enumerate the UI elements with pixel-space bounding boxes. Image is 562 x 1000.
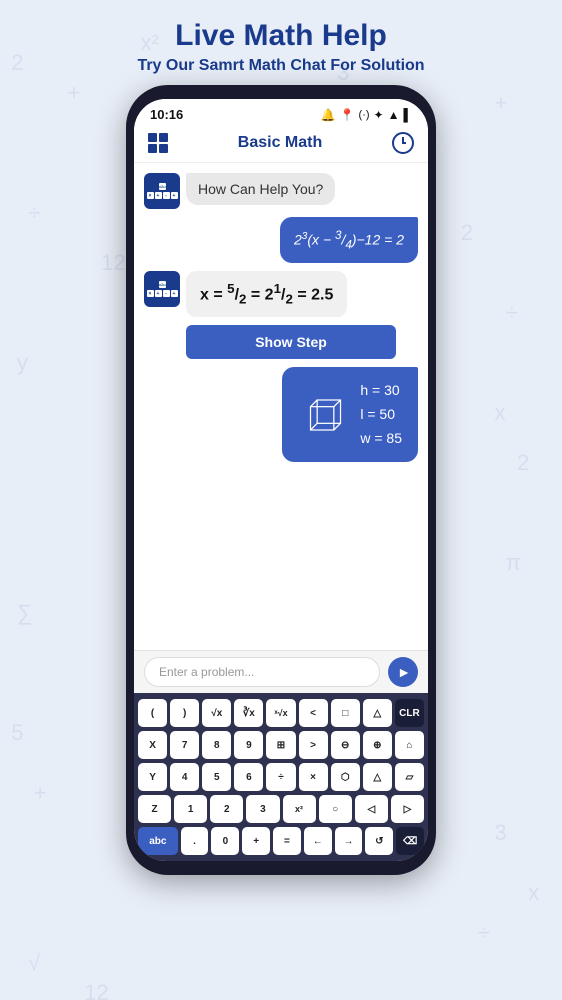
key-6[interactable]: 6 xyxy=(234,763,263,791)
history-icon[interactable] xyxy=(392,132,414,154)
bot-avatar-2: 2x2=4 × + - + xyxy=(144,271,180,307)
bot-answer-message: 2x2=4 × + - + x = 5/2 = 21/2 = 2.5 xyxy=(144,271,418,317)
key-4[interactable]: 4 xyxy=(170,763,199,791)
show-step-button[interactable]: Show Step xyxy=(186,325,396,359)
signal-icon: ▲ xyxy=(388,108,400,122)
key-dot[interactable]: . xyxy=(181,827,209,855)
key-abc[interactable]: abc xyxy=(138,827,178,855)
key-xsq[interactable]: x² xyxy=(283,795,316,823)
key-refresh[interactable]: ↺ xyxy=(365,827,393,855)
key-greater[interactable]: > xyxy=(299,731,328,759)
key-sqrt[interactable]: √x xyxy=(202,699,231,727)
keyboard-row-5: abc . 0 + = ← → ↺ ⌫ xyxy=(138,827,424,855)
shape-dimensions: h = 30 l = 50 w = 85 xyxy=(360,379,402,450)
key-back-arrow[interactable]: ← xyxy=(304,827,332,855)
equation-text: 23(x − 3/4)−12 = 2 xyxy=(294,229,404,251)
key-fwd-arrow[interactable]: → xyxy=(335,827,363,855)
keyboard-row-1: ( ) √x ∛x ˣ√x < □ △ CLR xyxy=(138,699,424,727)
app-title: Basic Math xyxy=(238,134,322,152)
app-header: Basic Math xyxy=(134,126,428,163)
bot-greeting-message: 2x2=4 × + - + How Can Help You? xyxy=(144,173,418,209)
key-y[interactable]: Y xyxy=(138,763,167,791)
phone-frame: 10:16 🔔 📍 (·) ✦ ▲ ▌ Basic Math xyxy=(126,85,436,875)
key-nthrt[interactable]: ˣ√x xyxy=(266,699,295,727)
key-trap[interactable]: ⌂ xyxy=(395,731,424,759)
key-x[interactable]: X xyxy=(138,731,167,759)
input-bar: Enter a problem... ► xyxy=(134,650,428,693)
key-times[interactable]: × xyxy=(299,763,328,791)
l-value: l = 50 xyxy=(360,403,402,427)
key-7[interactable]: 7 xyxy=(170,731,199,759)
key-cbrt[interactable]: ∛x xyxy=(234,699,263,727)
h-value: h = 30 xyxy=(360,379,402,403)
bluetooth-icon: ✦ xyxy=(374,108,384,122)
key-circle[interactable]: ○ xyxy=(319,795,352,823)
key-3[interactable]: 3 xyxy=(246,795,279,823)
keyboard-row-4: Z 1 2 3 x² ○ ◁ ▷ xyxy=(138,795,424,823)
location-icon: 📍 xyxy=(340,108,355,122)
key-backspace[interactable]: ⌫ xyxy=(396,827,424,855)
shape-message: h = 30 l = 50 w = 85 xyxy=(144,367,418,462)
page-header: Live Math Help Try Our Samrt Math Chat F… xyxy=(0,0,562,85)
user-equation-message: 23(x − 3/4)−12 = 2 xyxy=(144,217,418,263)
key-less[interactable]: < xyxy=(299,699,328,727)
problem-input-display[interactable]: Enter a problem... xyxy=(144,657,380,687)
page-subtitle: Try Our Samrt Math Chat For Solution xyxy=(0,57,562,75)
key-equals[interactable]: = xyxy=(273,827,301,855)
bot-avatar: 2x2=4 × + - + xyxy=(144,173,180,209)
battery-icon: ▌ xyxy=(403,108,412,122)
chat-area: 2x2=4 × + - + How Can Help You? 23(x − 3… xyxy=(134,163,428,650)
phone-screen: 10:16 🔔 📍 (·) ✦ ▲ ▌ Basic Math xyxy=(134,99,428,861)
user-equation-bubble: 23(x − 3/4)−12 = 2 xyxy=(280,217,418,263)
key-arrow-right[interactable]: ▷ xyxy=(391,795,424,823)
keyboard-row-3: Y 4 5 6 ÷ × ⬡ △ ▱ xyxy=(138,763,424,791)
menu-icon[interactable] xyxy=(148,133,168,153)
key-cylinder[interactable]: ⊖ xyxy=(331,731,360,759)
keyboard-row-2: X 7 8 9 ⊞ > ⊖ ⊕ ⌂ xyxy=(138,731,424,759)
key-circle-plus[interactable]: ⊕ xyxy=(363,731,392,759)
status-icons: 🔔 📍 (·) ✦ ▲ ▌ xyxy=(321,108,412,122)
bot-greeting-bubble: How Can Help You? xyxy=(186,173,335,205)
key-2[interactable]: 2 xyxy=(210,795,243,823)
key-clr[interactable]: CLR xyxy=(395,699,424,727)
math-keyboard: ( ) √x ∛x ˣ√x < □ △ CLR X 7 8 9 ⊞ > ⊖ ⊕ … xyxy=(134,693,428,861)
key-grid[interactable]: ⊞ xyxy=(266,731,295,759)
key-tri2[interactable]: △ xyxy=(363,763,392,791)
status-bar: 10:16 🔔 📍 (·) ✦ ▲ ▌ xyxy=(134,99,428,126)
w-value: w = 85 xyxy=(360,427,402,451)
answer-bubble: x = 5/2 = 21/2 = 2.5 xyxy=(186,271,347,317)
key-8[interactable]: 8 xyxy=(202,731,231,759)
cube-svg xyxy=(298,390,348,440)
key-9[interactable]: 9 xyxy=(234,731,263,759)
key-triangle[interactable]: △ xyxy=(363,699,392,727)
key-parallelogram[interactable]: ▱ xyxy=(395,763,424,791)
page-title: Live Math Help xyxy=(0,18,562,54)
key-arrow-left[interactable]: ◁ xyxy=(355,795,388,823)
status-time: 10:16 xyxy=(150,107,183,122)
key-plus[interactable]: + xyxy=(242,827,270,855)
answer-text: x = 5/2 = 21/2 = 2.5 xyxy=(200,281,333,307)
key-0[interactable]: 0 xyxy=(211,827,239,855)
notification-icon: 🔔 xyxy=(321,108,336,122)
key-open-paren[interactable]: ( xyxy=(138,699,167,727)
key-divide[interactable]: ÷ xyxy=(266,763,295,791)
send-icon: ► xyxy=(397,664,411,680)
key-1[interactable]: 1 xyxy=(174,795,207,823)
key-5[interactable]: 5 xyxy=(202,763,231,791)
key-rect[interactable]: □ xyxy=(331,699,360,727)
send-button[interactable]: ► xyxy=(388,657,418,687)
wifi-icon: (·) xyxy=(359,109,370,121)
key-z[interactable]: Z xyxy=(138,795,171,823)
shape-bubble: h = 30 l = 50 w = 85 xyxy=(282,367,418,462)
key-hex[interactable]: ⬡ xyxy=(331,763,360,791)
key-close-paren[interactable]: ) xyxy=(170,699,199,727)
input-placeholder: Enter a problem... xyxy=(159,665,254,679)
